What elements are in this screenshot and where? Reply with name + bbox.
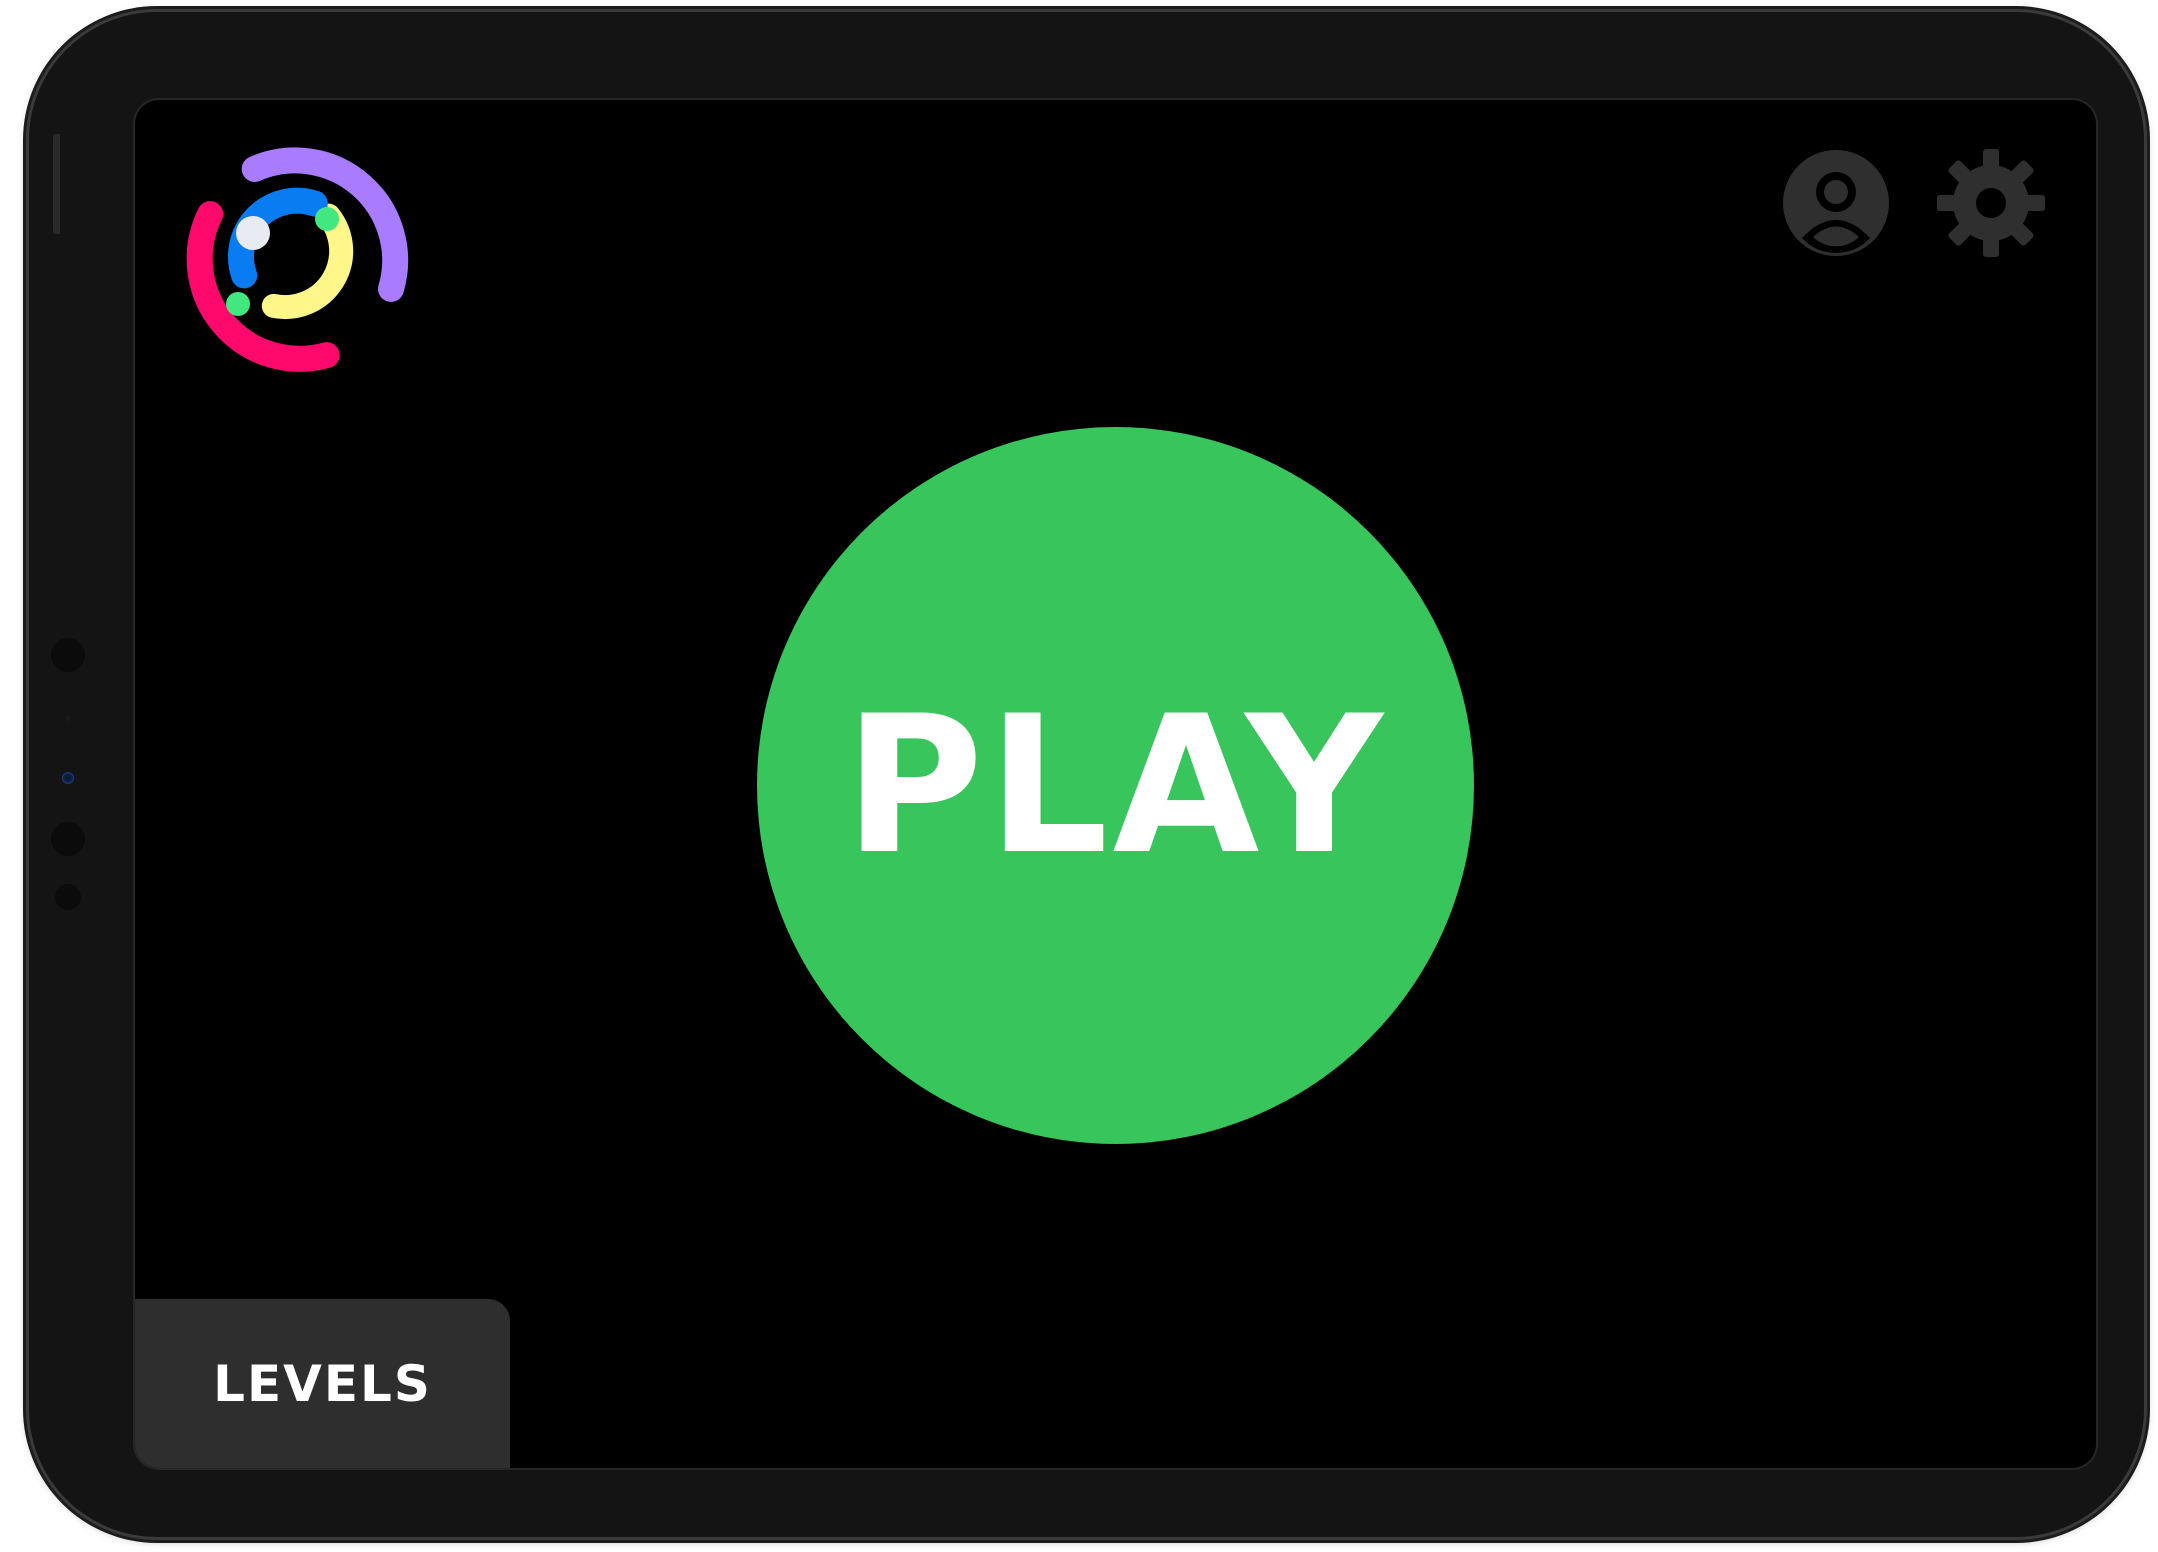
camera-sensor <box>55 884 81 910</box>
color-ring-logo-icon <box>186 147 409 372</box>
play-button[interactable]: PLAY <box>757 427 1474 1144</box>
side-button <box>53 134 60 234</box>
camera-sensor <box>51 822 85 856</box>
play-button-label: PLAY <box>844 674 1387 896</box>
camera-sensor <box>51 638 85 672</box>
camera-lens <box>62 772 74 784</box>
game-screen: PLAY LEVELS <box>135 100 2096 1468</box>
camera-sensor <box>65 715 71 721</box>
levels-button-label: LEVELS <box>213 1354 432 1413</box>
tablet-frame: PLAY LEVELS <box>29 12 2144 1537</box>
gear-icon <box>1937 149 2045 257</box>
levels-button[interactable]: LEVELS <box>135 1299 510 1468</box>
settings-button[interactable] <box>1935 147 2047 259</box>
user-profile-icon <box>1783 150 1889 256</box>
profile-button[interactable] <box>1780 147 1892 259</box>
